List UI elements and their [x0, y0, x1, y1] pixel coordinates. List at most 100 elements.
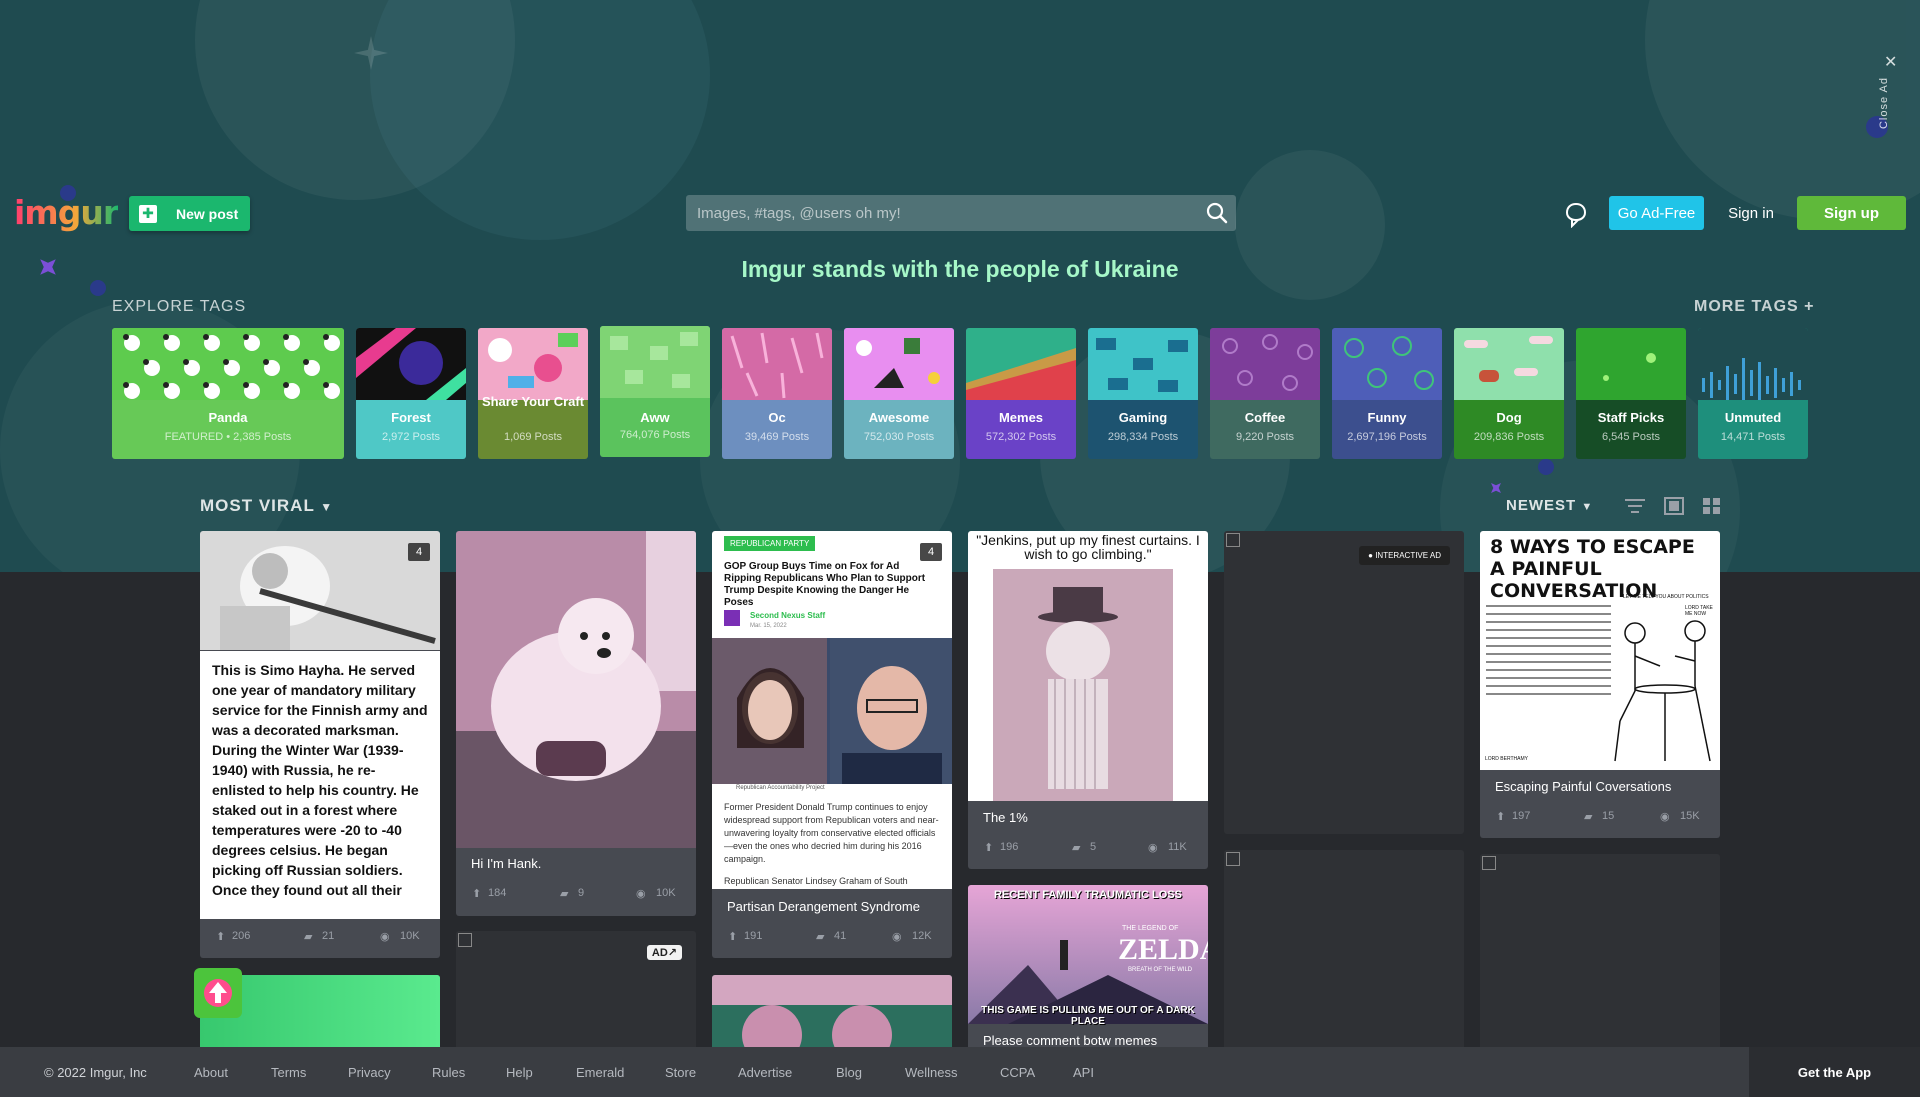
sign-in-button[interactable]: Sign in: [1716, 196, 1786, 230]
upvote-icon[interactable]: ⬆: [984, 841, 993, 854]
tag-count: 39,469 Posts: [744, 431, 810, 443]
post-title: The 1%: [983, 810, 1028, 825]
dog-pattern-image: [1454, 328, 1564, 400]
tag-name: Memes: [998, 410, 1044, 425]
broken-image-icon: [458, 933, 472, 947]
tag-oc[interactable]: Oc 39,469 Posts: [722, 328, 832, 459]
aww-pattern-image: [600, 326, 710, 398]
footer-link-about[interactable]: About: [194, 1065, 228, 1080]
footer-link-rules[interactable]: Rules: [432, 1065, 465, 1080]
post-stats: ⬆ 191 ▰ 41 ◉ 12K: [728, 930, 940, 944]
interactive-ad-label: ● INTERACTIVE AD: [1359, 546, 1450, 565]
tag-name: Aww: [640, 410, 670, 425]
search-bar[interactable]: [686, 195, 1236, 231]
tag-share-your-craft[interactable]: Share Your Craft 1,069 Posts: [478, 328, 588, 459]
tag-gaming[interactable]: Gaming 298,334 Posts: [1088, 328, 1198, 459]
grid-view-icon[interactable]: [1702, 497, 1722, 515]
image-caption: "Jenkins, put up my finest curtains. I w…: [976, 532, 1200, 562]
post-card[interactable]: [712, 975, 952, 1055]
upvote-arrow-icon: [204, 979, 232, 1007]
tag-aww[interactable]: Aww 764,076 Posts: [600, 326, 710, 457]
ad-card[interactable]: AD↗: [456, 931, 696, 1055]
view-count: 12K: [912, 930, 932, 942]
upvote-icon[interactable]: ⬆: [472, 887, 481, 900]
more-tags-link[interactable]: MORE TAGS +: [1694, 298, 1815, 316]
new-post-label: New post: [176, 205, 239, 222]
ad-label: AD↗: [646, 945, 682, 960]
chevron-down-icon: ▼: [320, 500, 334, 514]
ukraine-banner[interactable]: Imgur stands with the people of Ukraine: [0, 256, 1920, 283]
footer-link-advertise[interactable]: Advertise: [738, 1065, 792, 1080]
ad-card[interactable]: [1480, 854, 1720, 1055]
tag-awesome[interactable]: Awesome 752,030 Posts: [844, 328, 954, 459]
upvote-count: 184: [488, 887, 507, 899]
upvote-promo-icon[interactable]: [194, 968, 242, 1018]
decor-bubble: [370, 0, 710, 240]
views-icon: ◉: [1148, 842, 1158, 854]
footer-link-ccpa[interactable]: CCPA: [1000, 1065, 1035, 1080]
view-count: 11K: [1168, 841, 1187, 853]
comment-count: 21: [322, 930, 335, 942]
post-card[interactable]: REPUBLICAN PARTY GOP Group Buys Time on …: [712, 531, 952, 958]
close-ad-button[interactable]: ✕ Close Ad: [1878, 52, 1904, 132]
post-image: [712, 975, 952, 1055]
footer-link-privacy[interactable]: Privacy: [348, 1065, 391, 1080]
footer-link-emerald[interactable]: Emerald: [576, 1065, 624, 1080]
post-card[interactable]: 4 This is Simo Hayha. He served one year…: [200, 531, 440, 958]
upvote-icon[interactable]: ⬆: [216, 930, 225, 943]
comic-bubble-text: LET ME TELL YOU ABOUT POLITICS: [1623, 594, 1709, 600]
tag-unmuted[interactable]: Unmuted 14,471 Posts: [1698, 328, 1808, 459]
ad-card[interactable]: ● INTERACTIVE AD: [1224, 531, 1464, 834]
footer-link-help[interactable]: Help: [506, 1065, 533, 1080]
footer-link-blog[interactable]: Blog: [836, 1065, 862, 1080]
tag-funny[interactable]: Funny 2,697,196 Posts: [1332, 328, 1442, 459]
article-headline: GOP Group Buys Time on Fox for Ad Rippin…: [724, 561, 926, 608]
get-the-app-button[interactable]: Get the App: [1749, 1047, 1920, 1097]
order-dropdown[interactable]: NEWEST ▼: [1506, 497, 1593, 514]
unmuted-waveform-image: [1698, 328, 1808, 400]
post-stats: ⬆ 196 ▰ 5 ◉ 11K: [984, 841, 1196, 855]
post-card[interactable]: Hi I'm Hank. ⬆ 184 ▰ 9 ◉ 10K: [456, 531, 696, 916]
upvote-icon[interactable]: ⬆: [1496, 810, 1505, 823]
tag-forest[interactable]: Forest 2,972 Posts: [356, 328, 466, 459]
view-count: 10K: [400, 930, 420, 942]
memes-pattern-image: [966, 328, 1076, 400]
footer-link-store[interactable]: Store: [665, 1065, 696, 1080]
search-icon[interactable]: [1206, 202, 1228, 224]
gaming-pattern-image: [1088, 328, 1198, 400]
sign-up-button[interactable]: Sign up: [1797, 196, 1906, 230]
new-post-button[interactable]: ✚ New post: [129, 196, 250, 231]
ad-card[interactable]: [1224, 850, 1464, 1055]
footer-link-api[interactable]: API: [1073, 1065, 1094, 1080]
article-photo: [712, 638, 952, 784]
post-card[interactable]: 8 WAYS TO ESCAPE A PAINFUL CONVERSATION …: [1480, 531, 1720, 838]
footer-link-wellness[interactable]: Wellness: [905, 1065, 958, 1080]
sort-dropdown[interactable]: MOST VIRAL ▼: [200, 496, 333, 516]
tag-panda[interactable]: Panda FEATURED • 2,385 Posts: [112, 328, 344, 459]
tag-dog[interactable]: Dog 209,836 Posts: [1454, 328, 1564, 459]
meme-top-text: RECENT FAMILY TRAUMATIC LOSS: [993, 889, 1183, 901]
go-ad-free-button[interactable]: Go Ad-Free: [1609, 196, 1704, 230]
tag-count: 298,334 Posts: [1107, 431, 1179, 443]
tag-count: 9,220 Posts: [1235, 431, 1295, 443]
footer-link-terms[interactable]: Terms: [271, 1065, 306, 1080]
views-icon: ◉: [380, 931, 390, 943]
post-image: [456, 531, 696, 848]
imgur-logo[interactable]: imgur: [14, 193, 119, 232]
tag-name: Awesome: [868, 410, 930, 425]
tag-staff-picks[interactable]: Staff Picks 6,545 Posts: [1576, 328, 1686, 459]
game-logo: ZELDA: [1118, 933, 1208, 966]
post-card[interactable]: RECENT FAMILY TRAUMATIC LOSS THE LEGEND …: [968, 885, 1208, 1055]
post-image: REPUBLICAN PARTY GOP Group Buys Time on …: [712, 531, 952, 889]
tag-count: 764,076 Posts: [619, 429, 691, 441]
post-card[interactable]: "Jenkins, put up my finest curtains. I w…: [968, 531, 1208, 869]
notifications-icon[interactable]: [1565, 202, 1587, 228]
craft-pattern-image: [478, 328, 588, 400]
card-view-icon[interactable]: [1664, 497, 1684, 515]
search-input[interactable]: [686, 195, 1186, 231]
upvote-icon[interactable]: ⬆: [728, 930, 737, 943]
tag-coffee[interactable]: Coffee 9,220 Posts: [1210, 328, 1320, 459]
panda-pattern-image: [112, 328, 344, 400]
list-view-icon[interactable]: [1625, 497, 1645, 515]
tag-memes[interactable]: Memes 572,302 Posts: [966, 328, 1076, 459]
